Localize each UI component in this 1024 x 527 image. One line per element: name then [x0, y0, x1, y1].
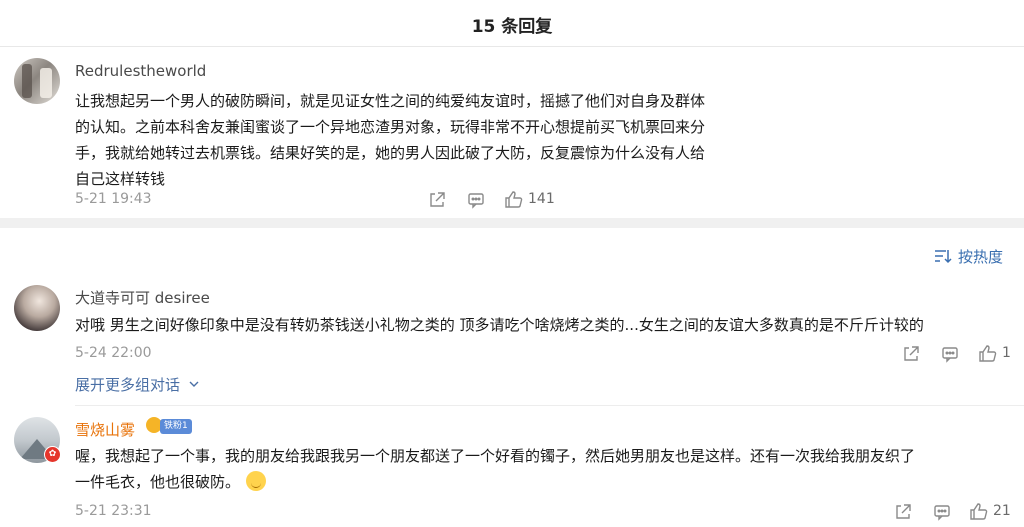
comment-text: 喔，我想起了一个事，我的朋友给我跟我另一个朋友都送了一个好看的镯子，然后她男朋友… — [75, 443, 1020, 495]
badge-icon: ✿ — [44, 446, 61, 463]
comment-line: 一件毛衣，他也很破防。 — [75, 473, 241, 491]
smile-emoji-icon — [246, 471, 267, 491]
avatar[interactable] — [14, 58, 60, 104]
like-count: 141 — [528, 191, 555, 207]
comment-line: 对哦 男生之间好像印象中是没有转奶茶钱送小礼物之类的 顶多请吃个啥烧烤之类的..… — [75, 316, 924, 334]
like-icon[interactable] — [969, 502, 989, 521]
comment-timestamp: 5-21 19:43 — [75, 191, 152, 207]
comment-line: 手，我就给她转过去机票钱。结果好笑的是，她的男人因此破了大防，反复震惊为什么没有… — [75, 144, 706, 162]
like-count: 1 — [1002, 345, 1011, 361]
share-icon[interactable] — [902, 345, 920, 363]
badge-glyph: ✿ — [48, 449, 57, 459]
sort-by-hot-button[interactable]: 按热度 — [958, 246, 1003, 267]
share-icon[interactable] — [428, 191, 446, 209]
comment-text: 让我想起另一个男人的破防瞬间，就是见证女性之间的纯爱纯友谊时，摇撼了他们对自身及… — [75, 88, 1015, 192]
comment-line: 自己这样转钱 — [75, 170, 166, 188]
share-icon[interactable] — [894, 503, 912, 521]
comment-timestamp: 5-21 23:31 — [75, 503, 152, 519]
section-divider — [0, 218, 1024, 228]
comment-username[interactable]: Redrulestheworld — [75, 62, 206, 80]
comment-timestamp: 5-24 22:00 — [75, 345, 152, 361]
page-title: 15 条回复 — [471, 17, 553, 37]
sort-icon[interactable] — [934, 248, 952, 268]
comment-icon[interactable] — [941, 345, 959, 363]
header-bar: 15 条回复 — [0, 0, 1024, 47]
comment-icon[interactable] — [933, 503, 951, 521]
like-icon[interactable] — [504, 190, 524, 209]
expand-more-replies-label: 展开更多组对话 — [75, 376, 181, 394]
comment-line: 的认知。之前本科舍友兼闺蜜谈了一个异地恋渣男对象，玩得非常不开心想提前买飞机票回… — [75, 118, 706, 136]
avatar[interactable] — [14, 285, 60, 331]
comment-username[interactable]: 大道寺可可 desiree — [75, 287, 210, 308]
like-count: 21 — [993, 503, 1011, 519]
like-icon[interactable] — [978, 344, 998, 363]
comment-line: 让我想起另一个男人的破防瞬间，就是见证女性之间的纯爱纯友谊时，摇撼了他们对自身及… — [75, 92, 706, 110]
comment-divider — [75, 405, 1024, 406]
comment-text: 对哦 男生之间好像印象中是没有转奶茶钱送小礼物之类的 顶多请吃个啥烧烤之类的..… — [75, 312, 1020, 338]
chevron-down-icon — [189, 374, 199, 392]
expand-more-replies-link[interactable]: 展开更多组对话 — [75, 374, 199, 395]
comment-line-with-emoji: 一件毛衣，他也很破防。 — [75, 469, 1020, 495]
comment-line: 喔，我想起了一个事，我的朋友给我跟我另一个朋友都送了一个好看的镯子，然后她男朋友… — [75, 447, 916, 465]
comment-icon[interactable] — [467, 191, 485, 209]
comment-username[interactable]: 雪烧山雾 — [75, 419, 135, 440]
fan-level-tag: 铁粉1 — [160, 419, 192, 434]
